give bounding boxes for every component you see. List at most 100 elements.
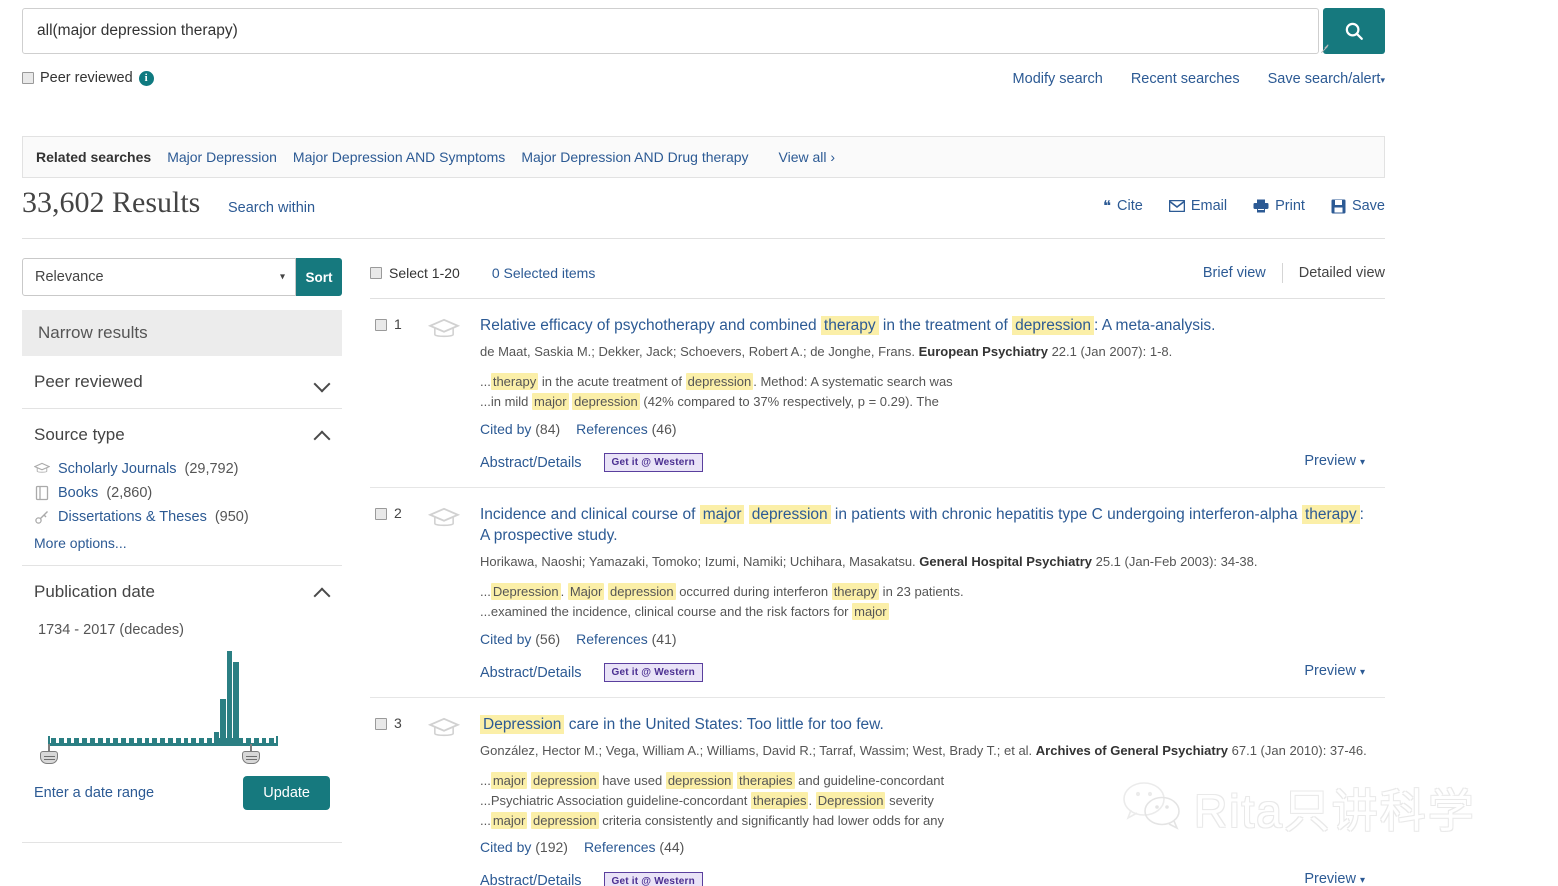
- abstract-details-link[interactable]: Abstract/Details: [480, 873, 582, 886]
- facet-item-label[interactable]: Dissertations & Theses: [58, 509, 207, 525]
- references-link[interactable]: References: [584, 839, 656, 855]
- enter-date-range-link[interactable]: Enter a date range: [34, 785, 154, 801]
- highlight-term: therapy: [490, 373, 539, 391]
- print-button[interactable]: Print: [1253, 198, 1305, 214]
- histogram-bar: [220, 698, 226, 743]
- result-authors: Horikawa, Naoshi; Yamazaki, Tomoko; Izum…: [480, 554, 916, 570]
- chevron-down-icon[interactable]: [314, 374, 330, 390]
- facet-item-books[interactable]: Books (2,860): [34, 485, 330, 501]
- chevron-up-icon[interactable]: [314, 584, 330, 600]
- cited-by-link[interactable]: Cited by: [480, 421, 531, 437]
- chevron-down-icon: ▾: [1380, 75, 1385, 85]
- facet-item-dissertations-theses[interactable]: Dissertations & Theses (950): [34, 509, 330, 525]
- result-footer: Abstract/Details Get it @ Western Preview …: [480, 871, 1375, 886]
- publication-date-range-label: 1734 - 2017 (decades): [38, 622, 184, 638]
- results-toolbar: Select 1-20 0 Selected items Brief view …: [370, 258, 1385, 288]
- preview-toggle[interactable]: Preview ▾: [1304, 871, 1365, 886]
- save-search-alert-link[interactable]: Save search/alert▾: [1268, 71, 1385, 87]
- cited-by-link[interactable]: Cited by: [480, 839, 531, 855]
- chevron-down-icon: ▾: [1359, 875, 1365, 886]
- result-snippet-line: ...examined the incidence, clinical cour…: [480, 603, 889, 621]
- result-title[interactable]: Incidence and clinical course of major d…: [480, 504, 1375, 547]
- result-item: 1 Relative efficacy of psychotherapy and …: [370, 299, 1385, 488]
- facet-peer-reviewed-header[interactable]: Peer reviewed: [34, 356, 330, 408]
- results-count: 33,602 Results: [22, 186, 201, 219]
- facet-item-label[interactable]: Books: [58, 485, 98, 501]
- related-searches-view-all[interactable]: View all ›: [779, 149, 836, 165]
- highlight-term: Major: [567, 583, 605, 601]
- search-button[interactable]: [1323, 8, 1385, 54]
- references-count: (44): [659, 839, 685, 856]
- cited-by-count: (84): [535, 420, 561, 437]
- search-tools-links: Modify search Recent searches Save searc…: [1013, 71, 1385, 87]
- sort-button[interactable]: Sort: [296, 258, 342, 296]
- result-checkbox[interactable]: [375, 319, 387, 331]
- info-icon[interactable]: i: [138, 70, 154, 86]
- select-all-checkbox[interactable]: [370, 267, 382, 279]
- detailed-view-tab[interactable]: Detailed view: [1283, 265, 1385, 281]
- peer-reviewed-filter[interactable]: Peer reviewed i: [22, 70, 154, 86]
- related-search-item-3[interactable]: Major Depression AND Drug therapy: [521, 149, 748, 165]
- source-type-more-options[interactable]: More options...: [34, 535, 330, 551]
- date-slider-max-handle[interactable]: [242, 744, 260, 764]
- search-input[interactable]: [22, 8, 1319, 54]
- cited-by-link[interactable]: Cited by: [480, 631, 531, 647]
- save-search-alert-label: Save search/alert: [1267, 71, 1381, 87]
- search-within-link[interactable]: Search within: [228, 200, 315, 216]
- thesis-icon: [34, 509, 50, 525]
- sort-control: Relevance ▾ Sort: [22, 258, 342, 296]
- sort-select[interactable]: Relevance ▾: [22, 258, 296, 296]
- save-button[interactable]: Save: [1331, 198, 1385, 214]
- peer-reviewed-checkbox[interactable]: [22, 72, 34, 84]
- result-checkbox[interactable]: [375, 717, 387, 730]
- peer-reviewed-label: Peer reviewed: [40, 70, 133, 86]
- recent-searches-link[interactable]: Recent searches: [1131, 71, 1240, 87]
- search-icon: [1343, 20, 1365, 42]
- abstract-details-link[interactable]: Abstract/Details: [480, 665, 582, 681]
- related-searches-title: Related searches: [36, 149, 152, 165]
- chevron-up-icon[interactable]: [314, 427, 330, 443]
- highlight-term: depression: [530, 811, 599, 829]
- highlight-term: therapy: [831, 583, 880, 601]
- preview-toggle[interactable]: Preview ▾: [1304, 663, 1365, 679]
- facet-publication-date-header[interactable]: Publication date: [34, 566, 330, 618]
- result-footer: Abstract/Details Get it @ Western Preview …: [480, 453, 1375, 473]
- book-icon: [34, 485, 50, 501]
- result-snippets: ... major depression have used depression…: [480, 771, 1375, 830]
- result-number: 2: [394, 504, 402, 521]
- facet-source-type-header[interactable]: Source type: [34, 409, 330, 461]
- graduation-cap-icon: [427, 318, 461, 340]
- references-link[interactable]: References: [576, 631, 648, 647]
- selected-items-link[interactable]: 0 Selected items: [492, 265, 596, 281]
- references-count: (41): [651, 630, 677, 647]
- result-title[interactable]: Depression care in the United States: To…: [480, 714, 1375, 735]
- quote-icon: ❝: [1102, 197, 1112, 215]
- chevron-down-icon: ▾: [1359, 456, 1365, 468]
- abstract-details-link[interactable]: Abstract/Details: [480, 455, 582, 471]
- result-body: Incidence and clinical course of major d…: [480, 504, 1385, 683]
- get-it-at-western-button[interactable]: Get it @ Western: [603, 453, 703, 473]
- modify-search-link[interactable]: Modify search: [1013, 71, 1103, 87]
- date-slider-min-handle[interactable]: [40, 744, 58, 764]
- result-checkbox[interactable]: [375, 507, 387, 520]
- references-link[interactable]: References: [576, 421, 648, 437]
- update-button[interactable]: Update: [243, 776, 330, 810]
- highlight-term: major: [852, 603, 889, 621]
- preview-toggle[interactable]: Preview ▾: [1304, 453, 1365, 469]
- email-button[interactable]: Email: [1168, 198, 1227, 214]
- highlight-term: major: [532, 392, 569, 410]
- get-it-at-western-button[interactable]: Get it @ Western: [603, 871, 703, 886]
- facet-item-label[interactable]: Scholarly Journals: [58, 461, 176, 477]
- result-title[interactable]: Relative efficacy of psychotherapy and c…: [480, 315, 1375, 336]
- brief-view-tab[interactable]: Brief view: [1203, 265, 1282, 281]
- cite-button[interactable]: ❝ Cite: [1103, 198, 1143, 214]
- related-search-item-1[interactable]: Major Depression: [167, 149, 277, 165]
- get-it-at-western-button[interactable]: Get it @ Western: [603, 663, 703, 683]
- related-search-item-2[interactable]: Major Depression AND Symptoms: [293, 149, 505, 165]
- result-number: 3: [394, 714, 402, 731]
- highlight-term: Depression: [490, 583, 561, 601]
- publication-date-histogram[interactable]: [34, 642, 330, 770]
- highlight-term: major: [699, 504, 745, 524]
- envelope-icon: [1168, 200, 1185, 212]
- facet-item-scholarly-journals[interactable]: Scholarly Journals (29,792): [33, 461, 330, 477]
